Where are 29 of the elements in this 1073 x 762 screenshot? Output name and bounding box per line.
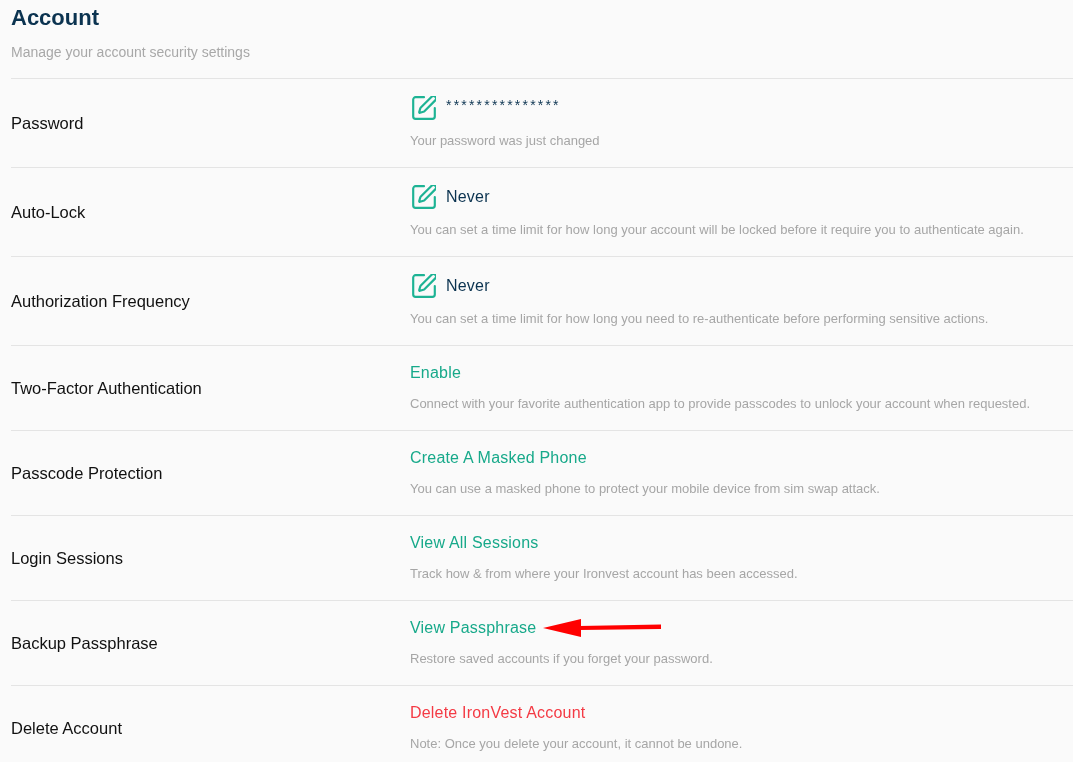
action-link[interactable]: Delete IronVest Account — [410, 704, 586, 722]
page-title: Account — [11, 4, 99, 32]
setting-label: Delete Account — [11, 718, 122, 738]
setting-label: Backup Passphrase — [11, 633, 158, 653]
edit-icon[interactable] — [412, 185, 436, 209]
page-subtitle: Manage your account security settings — [11, 43, 250, 62]
setting-description: You can use a masked phone to protect your mobile device from sim swap attack. — [410, 481, 880, 497]
action-link[interactable]: Enable — [410, 364, 462, 382]
setting-value: Never — [446, 277, 490, 295]
setting-label: Two-Factor Authentication — [11, 378, 202, 398]
setting-description: Note: Once you delete your account, it cannot be undone. — [410, 736, 743, 752]
setting-description: Your password was just changed — [410, 133, 600, 149]
edit-icon[interactable] — [412, 274, 436, 298]
action-link[interactable]: View All Sessions — [410, 534, 539, 552]
setting-label: Login Sessions — [11, 548, 123, 568]
setting-label: Password — [11, 113, 84, 133]
action-link[interactable]: View Passphrase — [410, 619, 537, 637]
masked-password: *************** — [446, 97, 561, 113]
setting-description: Connect with your favorite authentication app to provide passcodes to unlock your account when requested. — [410, 396, 1031, 412]
setting-label: Passcode Protection — [11, 463, 163, 483]
setting-description: Restore saved accounts if you forget your password. — [410, 651, 713, 667]
setting-description: You can set a time limit for how long you need to re-authenticate before performing sensitive actions. — [410, 311, 989, 327]
setting-label: Auto-Lock — [11, 202, 86, 222]
edit-icon[interactable] — [412, 96, 436, 120]
setting-description: You can set a time limit for how long your account will be locked before it require you to authenticate again. — [410, 222, 1024, 238]
action-link[interactable]: Create A Masked Phone — [410, 449, 587, 467]
setting-description: Track how & from where your Ironvest account has been accessed. — [410, 566, 798, 582]
setting-label: Authorization Frequency — [11, 291, 190, 311]
setting-value: Never — [446, 188, 490, 206]
